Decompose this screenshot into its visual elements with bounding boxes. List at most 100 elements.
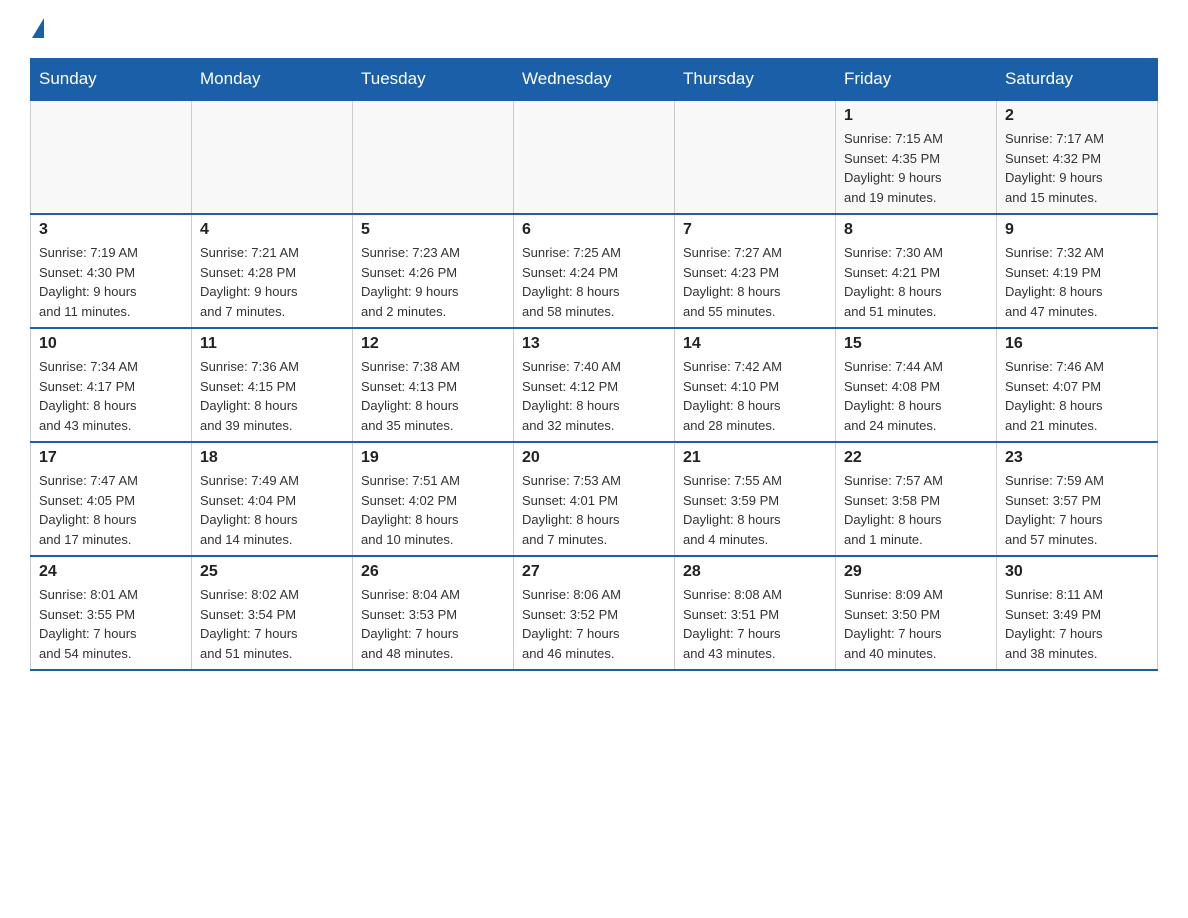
day-info: Sunrise: 8:01 AM Sunset: 3:55 PM Dayligh… bbox=[39, 585, 183, 663]
day-info: Sunrise: 7:47 AM Sunset: 4:05 PM Dayligh… bbox=[39, 471, 183, 549]
day-number: 2 bbox=[1005, 107, 1149, 125]
day-info: Sunrise: 7:17 AM Sunset: 4:32 PM Dayligh… bbox=[1005, 129, 1149, 207]
day-info: Sunrise: 7:19 AM Sunset: 4:30 PM Dayligh… bbox=[39, 243, 183, 321]
calendar-cell: 4 Sunrise: 7:21 AM Sunset: 4:28 PM Daylig… bbox=[192, 214, 353, 328]
day-number: 13 bbox=[522, 335, 666, 353]
calendar-table: SundayMondayTuesdayWednesdayThursdayFrid… bbox=[30, 58, 1158, 671]
day-info: Sunrise: 7:55 AM Sunset: 3:59 PM Dayligh… bbox=[683, 471, 827, 549]
day-number: 22 bbox=[844, 449, 988, 467]
calendar-cell: 26 Sunrise: 8:04 AM Sunset: 3:53 PM Dayli… bbox=[353, 556, 514, 670]
calendar-cell: 9Sunrise: 7:32 AM Sunset: 4:19 PM Daylig… bbox=[997, 214, 1158, 328]
calendar-week-row: 1 Sunrise: 7:15 AM Sunset: 4:35 PM Daylig… bbox=[31, 100, 1158, 214]
day-number: 6 bbox=[522, 221, 666, 239]
day-info: Sunrise: 7:51 AM Sunset: 4:02 PM Dayligh… bbox=[361, 471, 505, 549]
day-number: 5 bbox=[361, 221, 505, 239]
day-info: Sunrise: 7:59 AM Sunset: 3:57 PM Dayligh… bbox=[1005, 471, 1149, 549]
calendar-cell: 16Sunrise: 7:46 AM Sunset: 4:07 PM Dayli… bbox=[997, 328, 1158, 442]
day-info: Sunrise: 7:46 AM Sunset: 4:07 PM Dayligh… bbox=[1005, 357, 1149, 435]
calendar-cell: 14 Sunrise: 7:42 AM Sunset: 4:10 PM Dayli… bbox=[675, 328, 836, 442]
calendar-header-wednesday: Wednesday bbox=[514, 59, 675, 101]
day-info: Sunrise: 8:09 AM Sunset: 3:50 PM Dayligh… bbox=[844, 585, 988, 663]
calendar-cell: 25Sunrise: 8:02 AM Sunset: 3:54 PM Dayli… bbox=[192, 556, 353, 670]
calendar-cell: 18 Sunrise: 7:49 AM Sunset: 4:04 PM Dayli… bbox=[192, 442, 353, 556]
calendar-cell: 2 Sunrise: 7:17 AM Sunset: 4:32 PM Daylig… bbox=[997, 100, 1158, 214]
day-number: 23 bbox=[1005, 449, 1149, 467]
day-number: 8 bbox=[844, 221, 988, 239]
calendar-cell bbox=[353, 100, 514, 214]
calendar-cell bbox=[31, 100, 192, 214]
calendar-header-row: SundayMondayTuesdayWednesdayThursdayFrid… bbox=[31, 59, 1158, 101]
day-number: 21 bbox=[683, 449, 827, 467]
day-number: 4 bbox=[200, 221, 344, 239]
calendar-header-monday: Monday bbox=[192, 59, 353, 101]
calendar-cell: 19 Sunrise: 7:51 AM Sunset: 4:02 PM Dayli… bbox=[353, 442, 514, 556]
day-info: Sunrise: 7:34 AM Sunset: 4:17 PM Dayligh… bbox=[39, 357, 183, 435]
day-info: Sunrise: 7:25 AM Sunset: 4:24 PM Dayligh… bbox=[522, 243, 666, 321]
calendar-week-row: 24 Sunrise: 8:01 AM Sunset: 3:55 PM Dayli… bbox=[31, 556, 1158, 670]
logo bbox=[30, 20, 44, 38]
day-info: Sunrise: 8:08 AM Sunset: 3:51 PM Dayligh… bbox=[683, 585, 827, 663]
day-number: 7 bbox=[683, 221, 827, 239]
calendar-header-saturday: Saturday bbox=[997, 59, 1158, 101]
day-info: Sunrise: 7:53 AM Sunset: 4:01 PM Dayligh… bbox=[522, 471, 666, 549]
calendar-cell: 7 Sunrise: 7:27 AM Sunset: 4:23 PM Daylig… bbox=[675, 214, 836, 328]
day-info: Sunrise: 7:49 AM Sunset: 4:04 PM Dayligh… bbox=[200, 471, 344, 549]
page-header bbox=[30, 20, 1158, 38]
day-number: 3 bbox=[39, 221, 183, 239]
day-number: 30 bbox=[1005, 563, 1149, 581]
calendar-cell bbox=[675, 100, 836, 214]
day-info: Sunrise: 7:36 AM Sunset: 4:15 PM Dayligh… bbox=[200, 357, 344, 435]
calendar-cell: 5Sunrise: 7:23 AM Sunset: 4:26 PM Daylig… bbox=[353, 214, 514, 328]
day-number: 1 bbox=[844, 107, 988, 125]
day-info: Sunrise: 7:21 AM Sunset: 4:28 PM Dayligh… bbox=[200, 243, 344, 321]
calendar-cell: 20 Sunrise: 7:53 AM Sunset: 4:01 PM Dayli… bbox=[514, 442, 675, 556]
day-number: 29 bbox=[844, 563, 988, 581]
day-info: Sunrise: 8:06 AM Sunset: 3:52 PM Dayligh… bbox=[522, 585, 666, 663]
calendar-header-friday: Friday bbox=[836, 59, 997, 101]
day-info: Sunrise: 7:42 AM Sunset: 4:10 PM Dayligh… bbox=[683, 357, 827, 435]
day-info: Sunrise: 8:11 AM Sunset: 3:49 PM Dayligh… bbox=[1005, 585, 1149, 663]
day-number: 18 bbox=[200, 449, 344, 467]
day-number: 17 bbox=[39, 449, 183, 467]
calendar-cell: 29 Sunrise: 8:09 AM Sunset: 3:50 PM Dayli… bbox=[836, 556, 997, 670]
logo-triangle-icon bbox=[32, 18, 44, 38]
day-info: Sunrise: 7:40 AM Sunset: 4:12 PM Dayligh… bbox=[522, 357, 666, 435]
day-number: 25 bbox=[200, 563, 344, 581]
calendar-cell: 22 Sunrise: 7:57 AM Sunset: 3:58 PM Dayli… bbox=[836, 442, 997, 556]
day-info: Sunrise: 7:38 AM Sunset: 4:13 PM Dayligh… bbox=[361, 357, 505, 435]
day-info: Sunrise: 7:32 AM Sunset: 4:19 PM Dayligh… bbox=[1005, 243, 1149, 321]
calendar-cell: 8Sunrise: 7:30 AM Sunset: 4:21 PM Daylig… bbox=[836, 214, 997, 328]
day-info: Sunrise: 7:44 AM Sunset: 4:08 PM Dayligh… bbox=[844, 357, 988, 435]
day-number: 15 bbox=[844, 335, 988, 353]
calendar-cell: 30 Sunrise: 8:11 AM Sunset: 3:49 PM Dayli… bbox=[997, 556, 1158, 670]
calendar-cell: 24 Sunrise: 8:01 AM Sunset: 3:55 PM Dayli… bbox=[31, 556, 192, 670]
calendar-cell: 13 Sunrise: 7:40 AM Sunset: 4:12 PM Dayli… bbox=[514, 328, 675, 442]
day-number: 27 bbox=[522, 563, 666, 581]
calendar-cell: 10 Sunrise: 7:34 AM Sunset: 4:17 PM Dayli… bbox=[31, 328, 192, 442]
calendar-cell: 12 Sunrise: 7:38 AM Sunset: 4:13 PM Dayli… bbox=[353, 328, 514, 442]
calendar-cell: 15 Sunrise: 7:44 AM Sunset: 4:08 PM Dayli… bbox=[836, 328, 997, 442]
calendar-week-row: 17 Sunrise: 7:47 AM Sunset: 4:05 PM Dayli… bbox=[31, 442, 1158, 556]
calendar-week-row: 3 Sunrise: 7:19 AM Sunset: 4:30 PM Daylig… bbox=[31, 214, 1158, 328]
day-number: 24 bbox=[39, 563, 183, 581]
day-number: 12 bbox=[361, 335, 505, 353]
calendar-header-thursday: Thursday bbox=[675, 59, 836, 101]
day-number: 26 bbox=[361, 563, 505, 581]
calendar-cell bbox=[192, 100, 353, 214]
calendar-cell: 28Sunrise: 8:08 AM Sunset: 3:51 PM Dayli… bbox=[675, 556, 836, 670]
day-number: 11 bbox=[200, 335, 344, 353]
day-info: Sunrise: 7:27 AM Sunset: 4:23 PM Dayligh… bbox=[683, 243, 827, 321]
day-number: 10 bbox=[39, 335, 183, 353]
day-info: Sunrise: 7:15 AM Sunset: 4:35 PM Dayligh… bbox=[844, 129, 988, 207]
calendar-week-row: 10 Sunrise: 7:34 AM Sunset: 4:17 PM Dayli… bbox=[31, 328, 1158, 442]
calendar-cell: 17 Sunrise: 7:47 AM Sunset: 4:05 PM Dayli… bbox=[31, 442, 192, 556]
day-number: 14 bbox=[683, 335, 827, 353]
day-number: 20 bbox=[522, 449, 666, 467]
day-number: 19 bbox=[361, 449, 505, 467]
day-info: Sunrise: 8:04 AM Sunset: 3:53 PM Dayligh… bbox=[361, 585, 505, 663]
calendar-cell: 6 Sunrise: 7:25 AM Sunset: 4:24 PM Daylig… bbox=[514, 214, 675, 328]
day-info: Sunrise: 7:57 AM Sunset: 3:58 PM Dayligh… bbox=[844, 471, 988, 549]
calendar-cell bbox=[514, 100, 675, 214]
calendar-cell: 23 Sunrise: 7:59 AM Sunset: 3:57 PM Dayli… bbox=[997, 442, 1158, 556]
calendar-cell: 3 Sunrise: 7:19 AM Sunset: 4:30 PM Daylig… bbox=[31, 214, 192, 328]
